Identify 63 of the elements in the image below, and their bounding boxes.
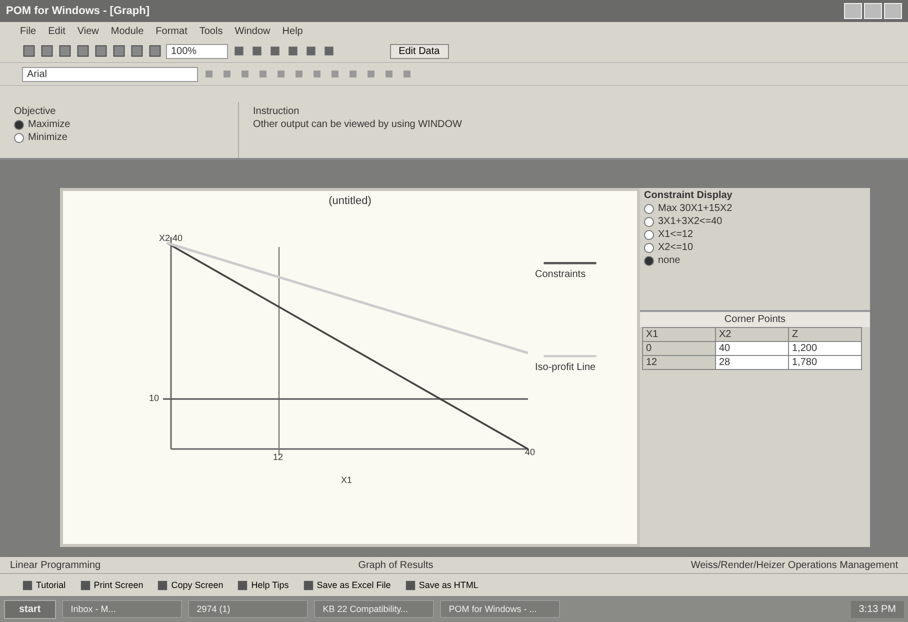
tick-label: 10: [149, 393, 160, 403]
taskbar-button[interactable]: KB 22 Compatibility...: [314, 600, 434, 618]
toolbar-button[interactable]: Copy Screen: [155, 580, 226, 590]
table-cell: 12: [643, 356, 715, 369]
radio-button[interactable]: [644, 230, 654, 240]
toolbar-button[interactable]: Print Screen: [78, 580, 146, 590]
legend-label: Iso-profit Line: [535, 362, 597, 373]
edit-data-button[interactable]: Edit Data: [390, 44, 449, 58]
column-header: Z: [789, 328, 861, 341]
objective-label: Objective: [14, 106, 57, 117]
taskbar-button[interactable]: POM for Windows - ...: [440, 600, 560, 618]
legend-label: Constraints: [535, 269, 587, 280]
taskbar-button[interactable]: Inbox - M...: [62, 600, 182, 618]
radio-button[interactable]: [644, 242, 654, 252]
menu-item[interactable]: Help: [282, 26, 303, 36]
toolbar-button[interactable]: Save as HTML: [402, 580, 480, 590]
axis-label: X1: [341, 475, 352, 485]
menu-item[interactable]: Tools: [199, 26, 223, 36]
column-header: X2: [716, 328, 788, 341]
clock: 3:13 PM: [858, 604, 896, 614]
zoom-dropdown[interactable]: 100%: [166, 44, 228, 58]
instruction-text: Other output can be viewed by using WINDOW: [253, 119, 462, 130]
menu-item[interactable]: Edit: [48, 26, 66, 36]
radio-button[interactable]: [14, 120, 24, 130]
radio-label: X2<=10: [658, 242, 694, 253]
taskbar-button[interactable]: 2974 (1): [188, 600, 308, 618]
table-title: Corner Points: [640, 312, 870, 327]
menu-item[interactable]: Format: [156, 26, 188, 36]
radio-label: Maximize: [28, 119, 70, 130]
radio-label: 3X1+3X2<=40: [658, 216, 722, 227]
radio-button[interactable]: [14, 132, 24, 142]
radio-label: Minimize: [28, 132, 68, 143]
menu-item[interactable]: Window: [234, 26, 270, 36]
toolbar-button[interactable]: Tutorial: [20, 580, 68, 590]
status-text: Weiss/Render/Heizer Operations Management: [690, 560, 898, 570]
table-cell: 28: [716, 356, 788, 369]
toolbar-button[interactable]: Save as Excel File: [300, 580, 393, 590]
start-button[interactable]: start: [4, 600, 56, 618]
radio-label: none: [658, 255, 680, 266]
radio-button[interactable]: [644, 216, 654, 226]
instruction-label: Instruction: [253, 106, 300, 117]
constraint-display-title: Constraint Display: [644, 190, 734, 201]
graph-title: (untitled): [328, 195, 372, 207]
table-cell: 40: [716, 342, 788, 355]
radio-label: Max 30X1+15X2: [658, 203, 732, 214]
tick-label: 12: [273, 452, 284, 462]
tick-label: 40: [525, 447, 536, 457]
table-cell: 1,200: [789, 342, 861, 355]
menu-item[interactable]: File: [20, 26, 36, 36]
menu-item[interactable]: Module: [110, 26, 144, 36]
table-cell: 1,780: [789, 356, 861, 369]
radio-button[interactable]: [644, 256, 654, 266]
window-title: POM for Windows - [Graph]: [6, 5, 150, 17]
radio-button[interactable]: [644, 204, 654, 214]
status-text: Graph of Results: [358, 560, 434, 570]
toolbar-button[interactable]: Help Tips: [235, 580, 291, 590]
menu-item[interactable]: View: [77, 26, 99, 36]
axis-label: X2 40: [159, 233, 183, 243]
column-header: X1: [643, 328, 715, 341]
radio-label: X1<=12: [658, 229, 694, 240]
font-dropdown[interactable]: Arial: [22, 66, 198, 82]
status-text: Linear Programming: [10, 560, 101, 570]
table-cell: 0: [643, 342, 715, 355]
